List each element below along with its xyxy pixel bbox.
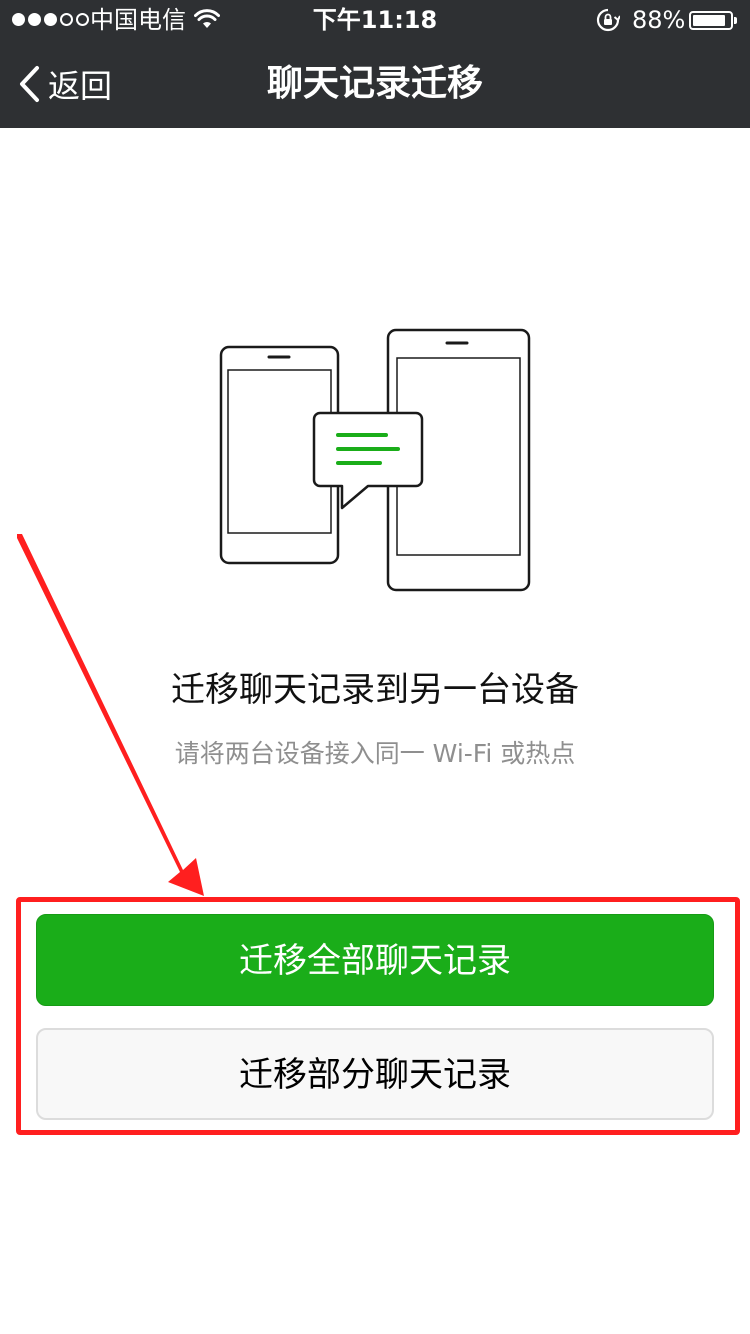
battery-percent: 88% — [632, 6, 686, 34]
headline: 迁移聊天记录到另一台设备 — [171, 670, 579, 710]
navigation-bar: 返回 聊天记录迁移 — [0, 40, 750, 128]
battery-icon — [689, 11, 737, 30]
chat-migration-screen: 中国电信 下午11:18 88% 返回 聊天记录迁移 迁移聊天记录到另一台设备 … — [0, 0, 750, 1334]
instruction-text: 请将两台设备接入同一 Wi-Fi 或热点 — [174, 739, 576, 768]
rotation-lock-icon — [596, 8, 620, 32]
migrate-partial-button[interactable]: 迁移部分聊天记录 — [36, 1028, 714, 1120]
page-title: 聊天记录迁移 — [266, 63, 483, 104]
migrate-all-button[interactable]: 迁移全部聊天记录 — [36, 914, 714, 1006]
battery-fill — [693, 15, 725, 26]
top-header: 中国电信 下午11:18 88% 返回 聊天记录迁移 — [0, 0, 750, 128]
two-phones-chat-transfer-icon — [219, 328, 531, 592]
status-bar: 中国电信 下午11:18 88% — [0, 0, 750, 40]
